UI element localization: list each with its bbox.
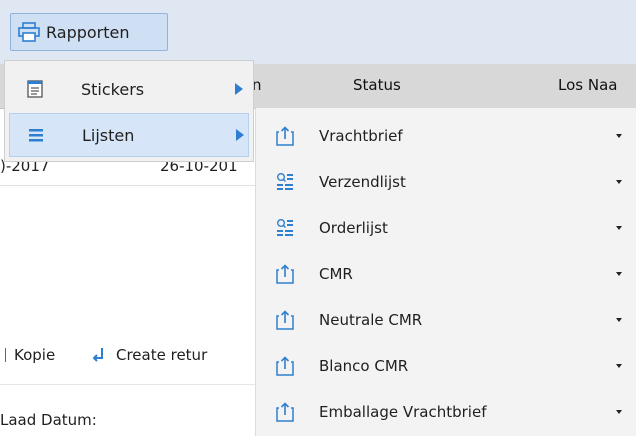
menu-item-label: Lijsten [82,125,135,145]
menu-item-verzendlijst[interactable]: Verzendlijst [256,160,636,204]
laad-datum-label: Laad Datum: [0,411,97,429]
row-divider [0,185,255,186]
chevron-down-icon [616,272,622,276]
document-export-icon [276,402,294,422]
lijsten-submenu: Vrachtbrief Verzendlijst Orderlijst CMR … [255,108,636,436]
menu-item-emballage-vrachtbrief[interactable]: Emballage Vrachtbrief [256,390,636,434]
rapporten-menu: Stickers Lijsten [4,60,254,162]
column-header-los-naam[interactable]: Los Naa [558,76,617,94]
kopie-label: Kopie [14,346,56,364]
menu-item-lijsten[interactable]: Lijsten [9,113,249,157]
menu-item-label: Neutrale CMR [319,311,423,329]
menu-item-orderlijst[interactable]: Orderlijst [256,206,636,250]
rapporten-button[interactable]: Rapporten [10,13,168,51]
kopie-button[interactable]: Kopie [0,346,55,364]
return-arrow-icon [92,347,106,363]
menu-item-vrachtbrief[interactable]: Vrachtbrief [256,114,636,158]
search-list-icon [276,218,294,238]
menu-item-label: Verzendlijst [319,173,406,191]
chevron-down-icon [616,364,622,368]
chevron-down-icon [616,318,622,322]
document-export-icon [276,126,294,146]
menu-item-label: CMR [319,265,353,283]
menu-item-label: Vrachtbrief [319,127,403,145]
rapporten-label: Rapporten [46,22,130,42]
create-return-label: Create retur [116,346,208,364]
submenu-arrow-icon [234,83,243,95]
divider [0,384,255,385]
chevron-down-icon [616,180,622,184]
menu-item-label: Emballage Vrachtbrief [319,403,487,421]
menu-item-label: Orderlijst [319,219,388,237]
list-icon [28,127,44,143]
column-header-status[interactable]: Status [353,76,401,94]
menu-item-neutrale-cmr[interactable]: Neutrale CMR [256,298,636,342]
menu-item-cmr[interactable]: CMR [256,252,636,296]
menu-item-stickers[interactable]: Stickers [9,67,249,111]
document-export-icon [276,310,294,330]
document-export-icon [276,264,294,284]
menu-item-label: Stickers [81,79,145,99]
document-export-icon [276,356,294,376]
chevron-down-icon [616,410,622,414]
chevron-down-icon [616,226,622,230]
printer-icon [18,22,40,42]
search-list-icon [276,172,294,192]
menu-item-blanco-cmr[interactable]: Blanco CMR [256,344,636,388]
submenu-arrow-icon [235,129,244,141]
kopie-icon [0,348,6,362]
chevron-down-icon [616,134,622,138]
create-return-button[interactable]: Create retur [92,346,207,364]
menu-item-label: Blanco CMR [319,357,409,375]
stickers-icon [27,80,43,98]
